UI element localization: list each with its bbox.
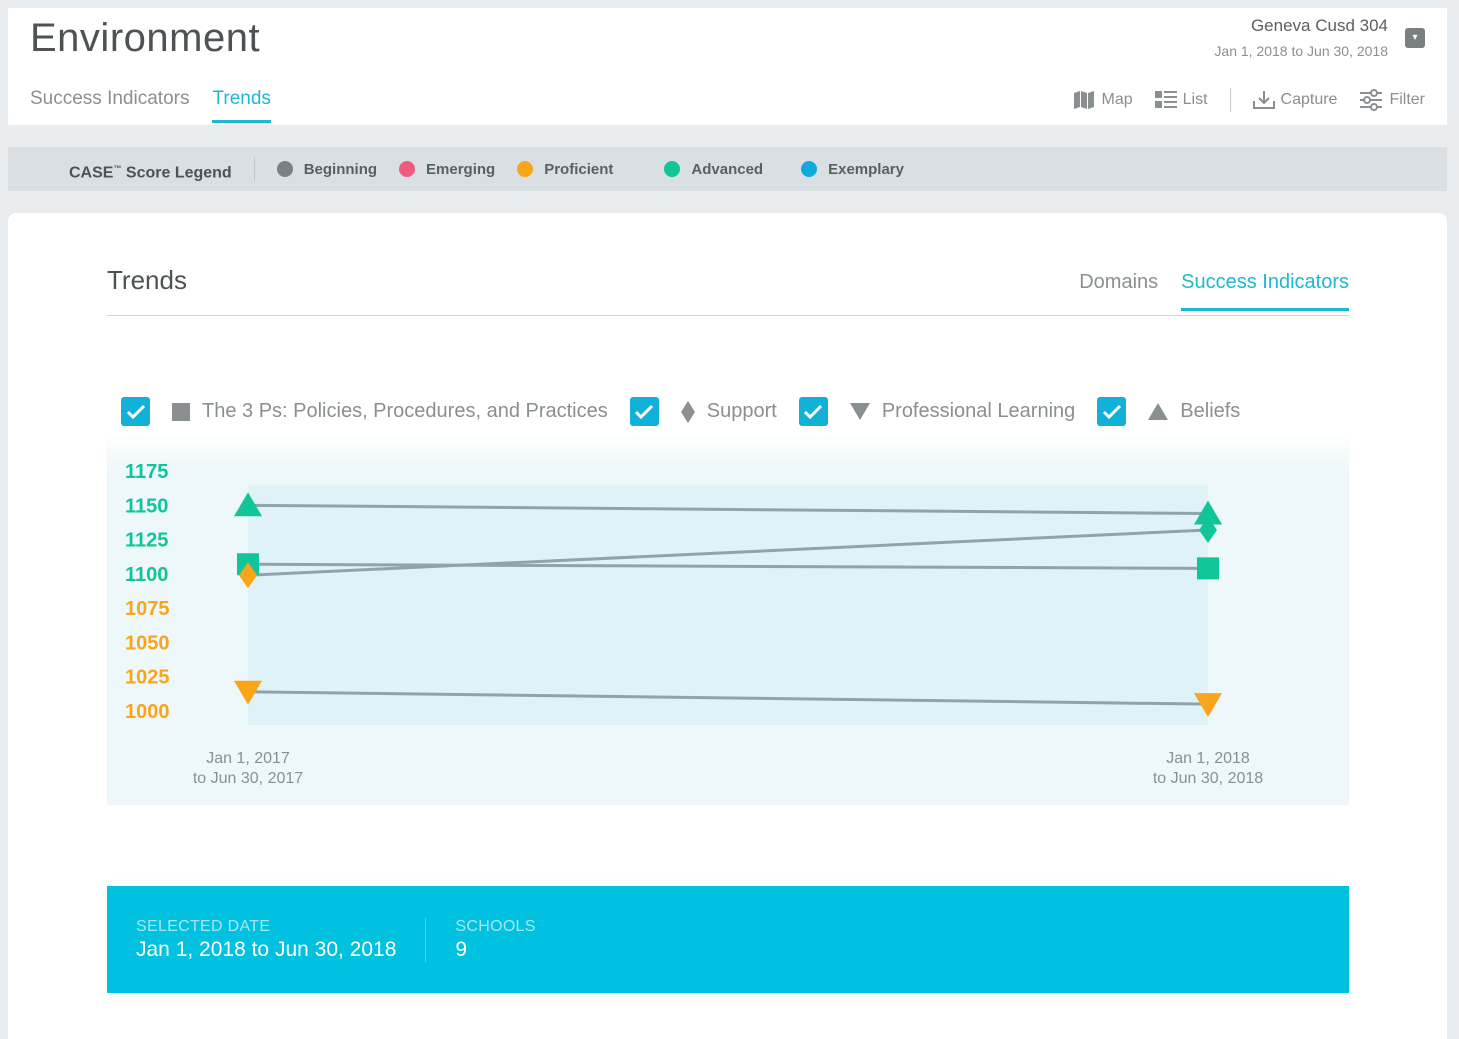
plot-band: [248, 485, 1208, 725]
series-toggles: The 3 Ps: Policies, Procedures, and Prac…: [121, 397, 1262, 426]
tab-card-success-indicators[interactable]: Success Indicators: [1181, 271, 1349, 311]
page-tabs: Success Indicators Trends: [30, 88, 271, 123]
tab-trends[interactable]: Trends: [212, 88, 271, 123]
y-tick-label: 1125: [125, 530, 168, 552]
page-header: Environment Success Indicators Trends Ge…: [8, 8, 1447, 125]
checkmark-icon: [1102, 404, 1121, 419]
tab-success-indicators[interactable]: Success Indicators: [30, 88, 189, 123]
legend-label: Beginning: [303, 160, 378, 178]
y-tick-label: 1050: [125, 632, 170, 654]
square-marker: [1197, 557, 1219, 580]
list-button[interactable]: List: [1154, 90, 1208, 110]
series-checkbox-beliefs[interactable]: [1097, 397, 1127, 426]
tab-domains[interactable]: Domains: [1079, 271, 1158, 311]
capture-label: Capture: [1280, 91, 1338, 108]
blue-dot-icon: [801, 161, 818, 177]
trend-chart: 1175 1150 1125 1100 1075 1050 1025 1000 Jan 1, 2…: [107, 433, 1349, 805]
summary-bar: SELECTED DATE Jan 1, 2018 to Jun 30, 201…: [107, 886, 1349, 993]
pink-dot-icon: [399, 161, 416, 177]
series-label-text: The 3 Ps: Policies, Procedures, and Prac…: [202, 400, 608, 422]
x-tick-label: to Jun 30, 2017: [193, 770, 303, 787]
list-label: List: [1182, 91, 1208, 108]
selected-date-value: Jan 1, 2018 to Jun 30, 2018: [136, 937, 397, 961]
schools-label: SCHOOLS: [455, 917, 536, 935]
toolbar: Map List Capture Filter: [1073, 88, 1425, 112]
schools-summary: SCHOOLS 9: [425, 917, 564, 962]
legend-label: Proficient: [544, 160, 614, 178]
series-legend-support: Support: [680, 400, 777, 423]
filter-label: Filter: [1389, 91, 1425, 108]
series-label-text: Professional Learning: [881, 400, 1076, 422]
legend-item-emerging: Emerging: [399, 161, 495, 178]
legend-item-advanced: Advanced: [664, 161, 763, 178]
card-tabs: Domains Success Indicators: [1079, 271, 1349, 311]
district-selector[interactable]: Geneva Cusd 304 Jan 1, 2018 to Jun 30, 2…: [1214, 16, 1388, 59]
green-dot-icon: [664, 161, 681, 177]
page-title: Environment: [30, 16, 261, 60]
score-legend-title: CASE™ Score Legend: [69, 157, 255, 181]
triangle-up-icon: [1148, 403, 1169, 420]
score-legend-title-suffix: Score Legend: [121, 164, 232, 182]
schools-value: 9: [455, 937, 468, 961]
sliders-icon: [1359, 89, 1383, 111]
selected-date-summary: SELECTED DATE Jan 1, 2018 to Jun 30, 201…: [107, 918, 425, 962]
checkmark-icon: [635, 404, 654, 419]
score-legend-title-text: CASE: [69, 164, 114, 182]
trends-card: Trends Domains Success Indicators The 3 …: [8, 213, 1447, 1039]
square-icon: [172, 402, 190, 421]
orange-dot-icon: [517, 161, 534, 177]
legend-label: Exemplary: [828, 160, 904, 178]
download-icon: [1252, 90, 1275, 110]
y-tick-label: 1100: [125, 564, 168, 586]
dropdown-caret-icon[interactable]: ▾: [1405, 28, 1425, 48]
series-legend-3ps: The 3 Ps: Policies, Procedures, and Prac…: [172, 400, 608, 423]
card-divider: [107, 315, 1349, 316]
district-name: Geneva Cusd 304: [1250, 16, 1388, 35]
score-legend: CASE™ Score Legend Beginning Emerging Pr…: [8, 147, 1447, 191]
card-title: Trends: [107, 265, 187, 295]
legend-item-beginning: Beginning: [276, 160, 378, 178]
triangle-down-icon: [849, 403, 870, 420]
series-label-text: Beliefs: [1180, 400, 1241, 422]
filter-button[interactable]: Filter: [1359, 89, 1425, 111]
district-date-range: Jan 1, 2018 to Jun 30, 2018: [1214, 43, 1388, 59]
checkmark-icon: [804, 404, 823, 419]
y-tick-label: 1000: [125, 701, 170, 723]
y-tick-label: 1175: [125, 461, 168, 483]
y-tick-label: 1075: [125, 598, 170, 620]
toolbar-divider: [1229, 88, 1231, 112]
selected-date-label: SELECTED DATE: [136, 917, 271, 935]
series-legend-beliefs: Beliefs: [1148, 400, 1240, 423]
legend-label: Advanced: [691, 160, 764, 178]
legend-item-proficient: Proficient: [517, 161, 613, 178]
legend-item-exemplary: Exemplary: [801, 161, 904, 178]
map-label: Map: [1101, 91, 1133, 108]
series-checkbox-support[interactable]: [629, 397, 659, 426]
y-tick-label: 1150: [125, 495, 168, 517]
series-label-text: Support: [706, 400, 777, 422]
capture-button[interactable]: Capture: [1252, 90, 1338, 110]
y-tick-label: 1025: [125, 667, 170, 689]
x-tick-label: to Jun 30, 2018: [1153, 770, 1263, 787]
diamond-icon: [680, 400, 695, 423]
x-tick-label: Jan 1, 2017: [206, 750, 290, 767]
series-legend-professional-learning: Professional Learning: [849, 400, 1076, 423]
x-tick-label: Jan 1, 2018: [1166, 750, 1250, 767]
legend-label: Emerging: [426, 160, 496, 178]
map-button[interactable]: Map: [1073, 90, 1133, 110]
series-checkbox-professional-learning[interactable]: [798, 397, 828, 426]
list-icon: [1154, 90, 1177, 110]
map-icon: [1073, 90, 1095, 110]
series-checkbox-3ps[interactable]: [121, 397, 150, 426]
checkmark-icon: [126, 404, 145, 419]
trend-chart-svg: 1175 1150 1125 1100 1075 1050 1025 1000 Jan 1, 2…: [125, 461, 1263, 787]
gray-dot-icon: [276, 161, 293, 177]
